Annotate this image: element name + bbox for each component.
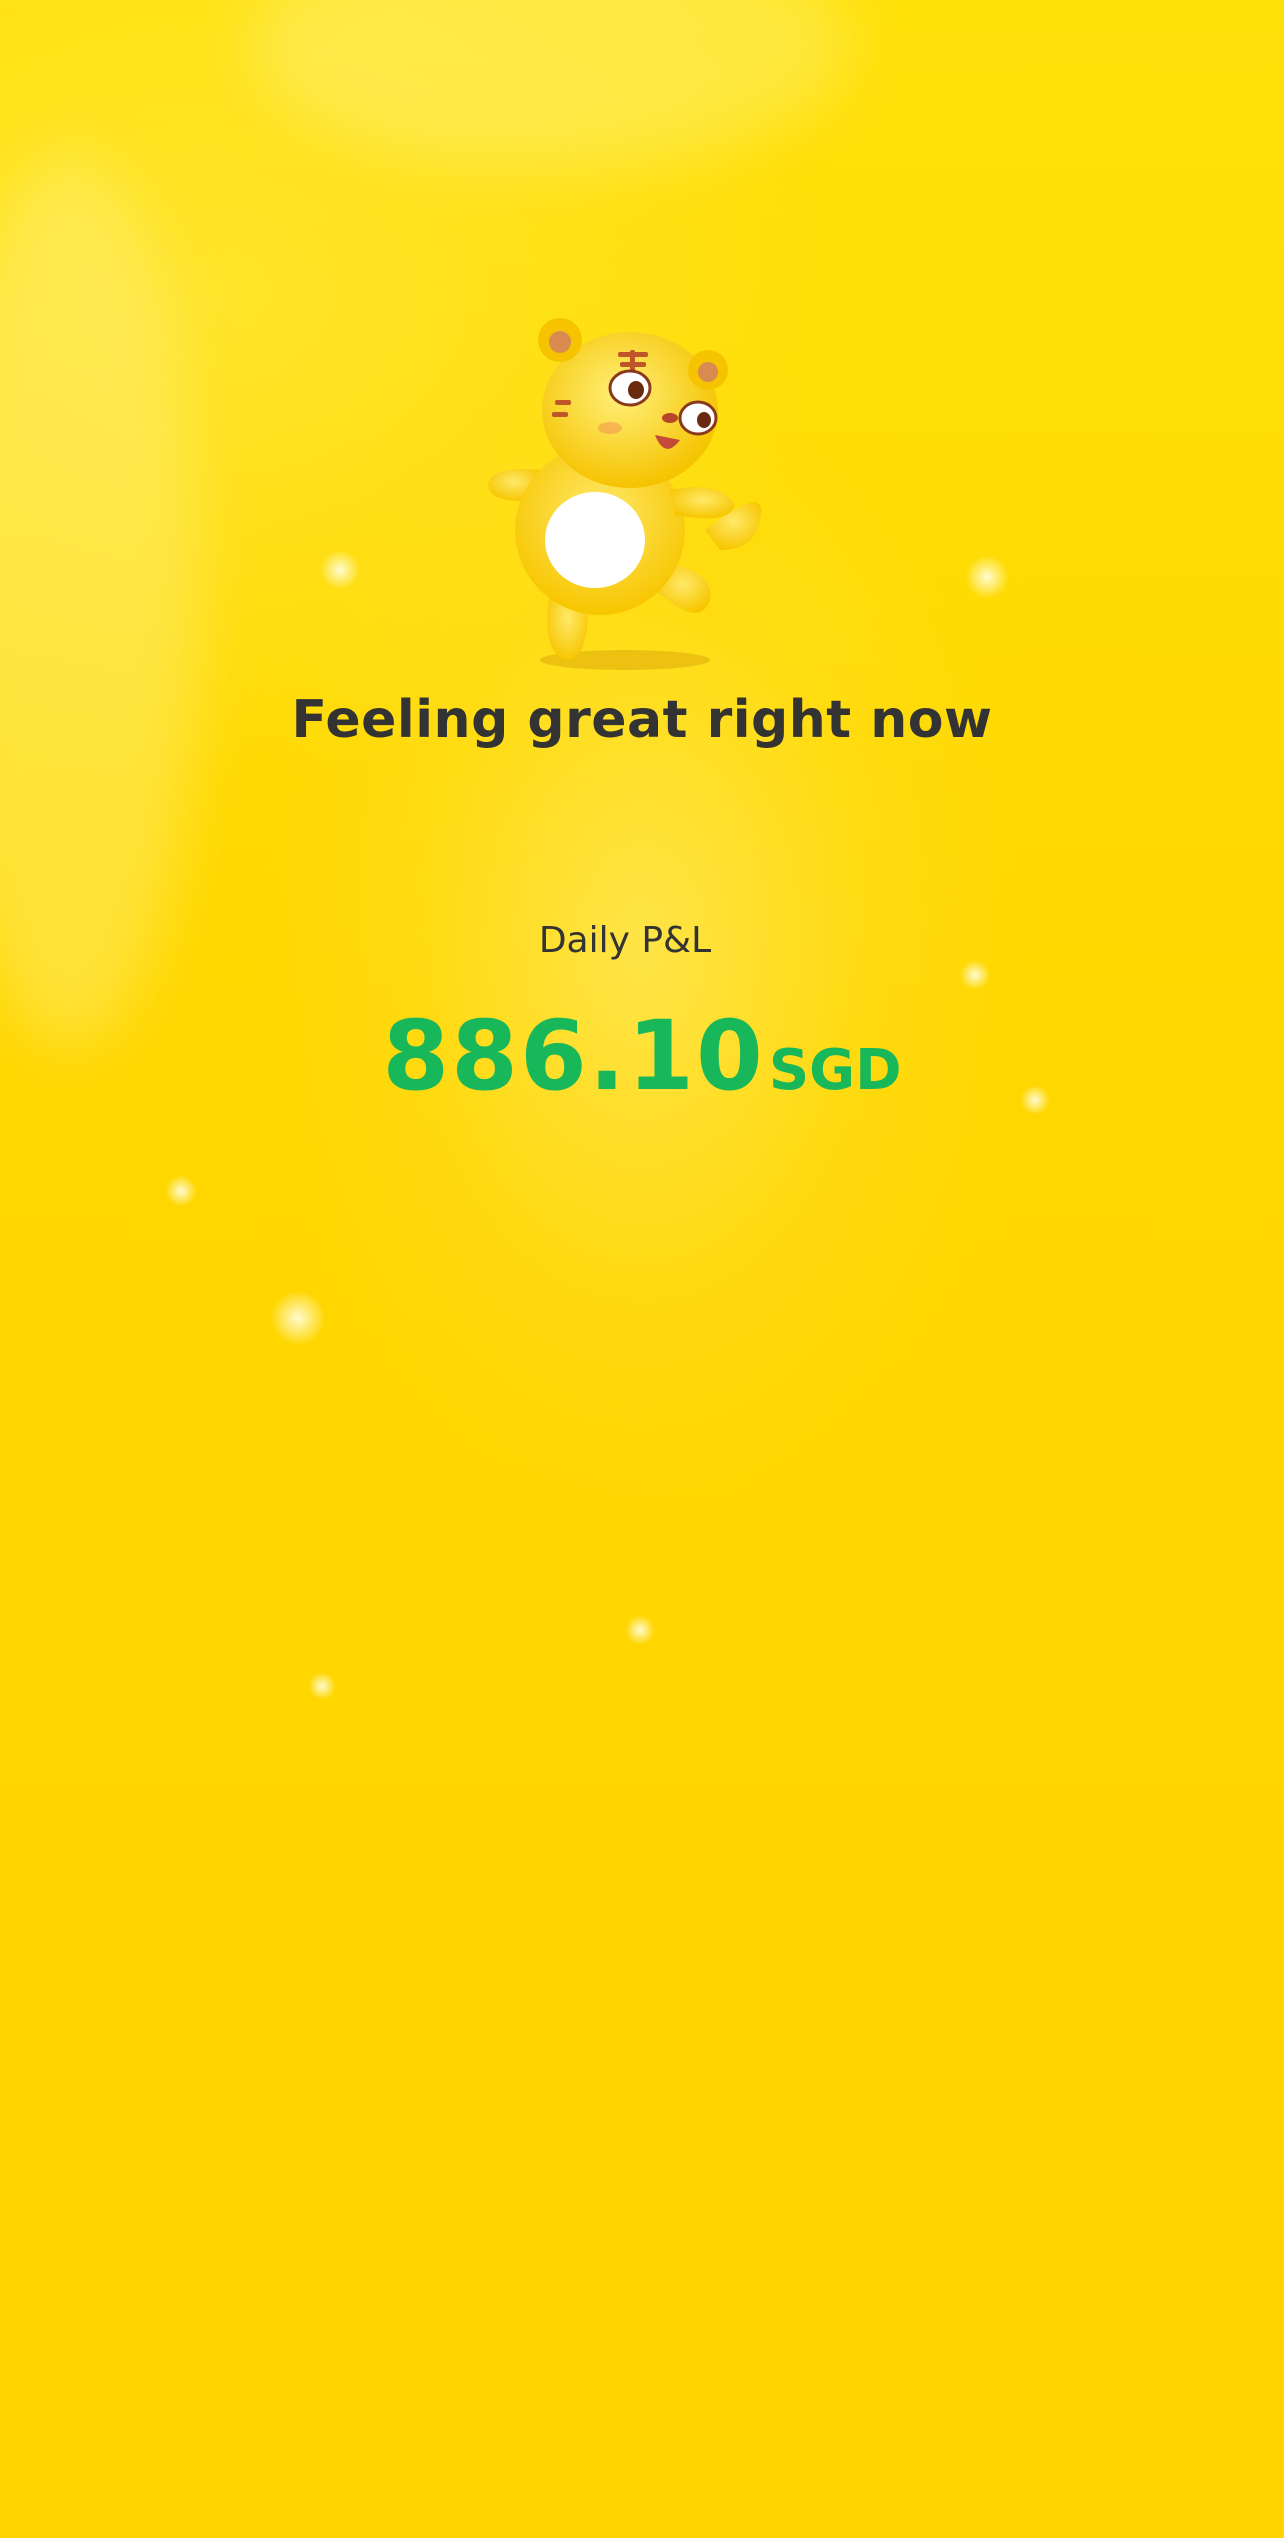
daily-pl-label: Daily P&L	[538, 920, 712, 961]
sparkle-decoration	[320, 550, 360, 590]
daily-pl-amount: 886.10	[382, 1000, 765, 1112]
sparkle-decoration	[960, 960, 990, 990]
mood-message: Feeling great right now	[291, 690, 993, 750]
sparkle-decoration	[165, 1175, 197, 1207]
sparkle-decoration	[625, 1615, 655, 1645]
daily-pl-currency: SGD	[768, 1038, 902, 1103]
sparkle-decoration	[308, 1672, 336, 1700]
sparkle-decoration	[270, 1290, 326, 1346]
daily-pl-value: 886.10SGD	[0, 1000, 1284, 1112]
sparkle-decoration	[965, 555, 1009, 599]
tiger-mascot-icon	[470, 300, 790, 680]
